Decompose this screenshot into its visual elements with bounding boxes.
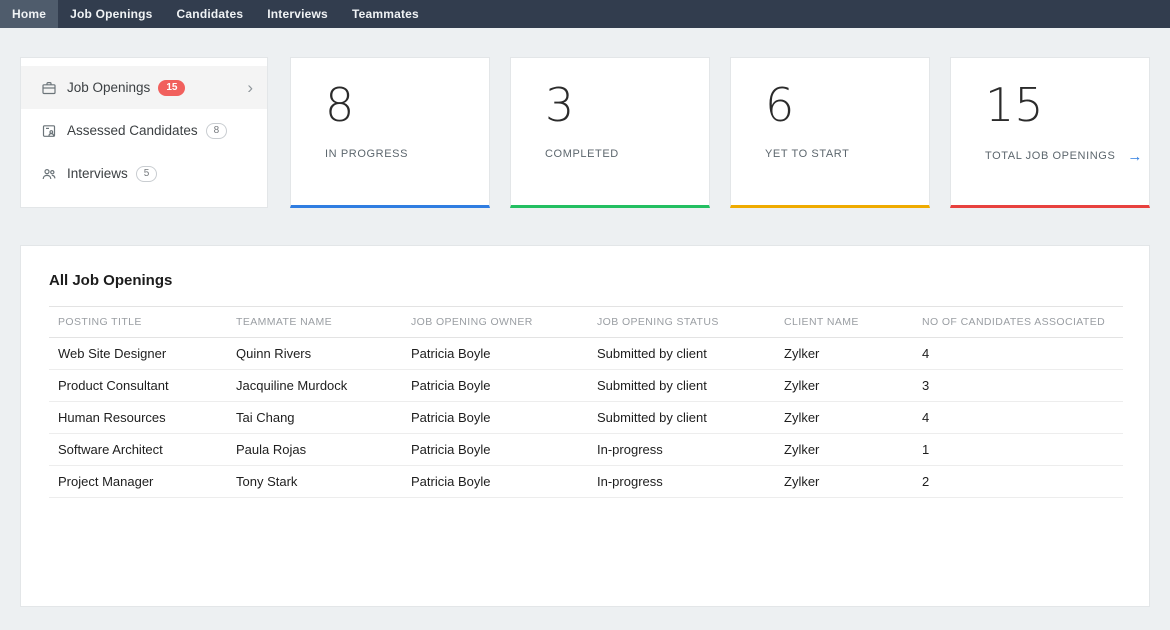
client-name-link[interactable]: Zylker [775,402,913,434]
sidebar-item-job-openings[interactable]: Job Openings 15 › [21,66,267,109]
stat-label-text: IN PROGRESS [325,148,408,160]
top-navigation-bar: Home Job Openings Candidates Interviews … [0,0,1170,28]
candidates-count-cell: 4 [913,338,1123,370]
posting-title-link[interactable]: Human Resources [49,402,227,434]
table-header-row: POSTING TITLE TEAMMATE NAME JOB OPENING … [49,307,1123,338]
job-opening-owner-cell: Patricia Boyle [402,338,588,370]
all-job-openings-panel: All Job Openings POSTING TITLE TEAMMATE … [20,245,1150,607]
job-opening-status-cell: Submitted by client [588,402,775,434]
stat-label-text: COMPLETED [545,148,619,160]
stat-value: 8 [325,80,489,131]
assessed-candidates-count-badge: 8 [206,123,228,139]
job-opening-status-cell: Submitted by client [588,370,775,402]
client-name-link[interactable]: Zylker [775,466,913,498]
table-row[interactable]: Human Resources Tai Chang Patricia Boyle… [49,402,1123,434]
arrow-right-icon[interactable]: → [1127,148,1143,165]
posting-title-link[interactable]: Product Consultant [49,370,227,402]
col-header-posting-title: POSTING TITLE [49,307,227,338]
candidates-count-cell: 3 [913,370,1123,402]
client-name-link[interactable]: Zylker [775,434,913,466]
col-header-client-name: CLIENT NAME [775,307,913,338]
stat-label: COMPLETED [545,148,709,160]
job-openings-count-badge: 15 [158,80,185,96]
teammate-name-link[interactable]: Paula Rojas [227,434,402,466]
job-opening-owner-cell: Patricia Boyle [402,466,588,498]
sidebar-item-label: Assessed Candidates [67,123,198,138]
interviews-count-badge: 5 [136,166,158,182]
briefcase-icon [41,80,57,96]
job-opening-owner-cell: Patricia Boyle [402,402,588,434]
col-header-job-opening-owner: JOB OPENING OWNER [402,307,588,338]
page-content: Job Openings 15 › Assessed Candidates 8 [0,57,1170,607]
table-body: Web Site Designer Quinn Rivers Patricia … [49,338,1123,498]
job-opening-status-cell: Submitted by client [588,338,775,370]
job-opening-status-cell: In-progress [588,466,775,498]
nav-tab-candidates[interactable]: Candidates [165,0,256,28]
stat-label-text: YET TO START [765,148,849,160]
nav-tab-job-openings[interactable]: Job Openings [58,0,164,28]
candidates-count-cell: 1 [913,434,1123,466]
client-name-link[interactable]: Zylker [775,338,913,370]
summary-panel: Job Openings 15 › Assessed Candidates 8 [20,57,268,208]
teammate-name-link[interactable]: Quinn Rivers [227,338,402,370]
chevron-right-icon[interactable]: › [247,79,253,96]
stat-card-total-job-openings[interactable]: 15 TOTAL JOB OPENINGS → [950,57,1150,208]
sidebar-item-label: Job Openings [67,80,150,95]
table-row[interactable]: Software Architect Paula Rojas Patricia … [49,434,1123,466]
teammate-name-link[interactable]: Tai Chang [227,402,402,434]
nav-tab-home[interactable]: Home [0,0,58,28]
summary-row: Job Openings 15 › Assessed Candidates 8 [20,57,1150,208]
job-openings-table: POSTING TITLE TEAMMATE NAME JOB OPENING … [49,306,1123,498]
client-name-link[interactable]: Zylker [775,370,913,402]
stat-label-text: TOTAL JOB OPENINGS [985,150,1115,162]
stat-value: 15 [985,80,1149,131]
posting-title-link[interactable]: Web Site Designer [49,338,227,370]
sidebar-item-assessed-candidates[interactable]: Assessed Candidates 8 [21,109,267,152]
nav-tab-teammates[interactable]: Teammates [340,0,431,28]
teammate-name-link[interactable]: Jacquiline Murdock [227,370,402,402]
candidates-count-cell: 4 [913,402,1123,434]
stat-label: IN PROGRESS [325,148,489,160]
job-opening-owner-cell: Patricia Boyle [402,434,588,466]
table-title: All Job Openings [49,272,1121,289]
posting-title-link[interactable]: Software Architect [49,434,227,466]
stat-cards-row: 8 IN PROGRESS 3 COMPLETED 6 YET TO START… [290,57,1150,208]
teammate-name-link[interactable]: Tony Stark [227,466,402,498]
nav-tab-interviews[interactable]: Interviews [255,0,340,28]
col-header-teammate-name: TEAMMATE NAME [227,307,402,338]
candidates-count-cell: 2 [913,466,1123,498]
table-row[interactable]: Web Site Designer Quinn Rivers Patricia … [49,338,1123,370]
stat-card-completed[interactable]: 3 COMPLETED [510,57,710,208]
col-header-job-opening-status: JOB OPENING STATUS [588,307,775,338]
job-opening-owner-cell: Patricia Boyle [402,370,588,402]
table-row[interactable]: Product Consultant Jacquiline Murdock Pa… [49,370,1123,402]
sidebar-item-interviews[interactable]: Interviews 5 [21,152,267,195]
stat-value: 3 [545,80,709,131]
stat-card-yet-to-start[interactable]: 6 YET TO START [730,57,930,208]
stat-value: 6 [765,80,929,131]
posting-title-link[interactable]: Project Manager [49,466,227,498]
sidebar-item-label: Interviews [67,166,128,181]
job-opening-status-cell: In-progress [588,434,775,466]
stat-card-in-progress[interactable]: 8 IN PROGRESS [290,57,490,208]
id-card-icon [41,123,57,139]
stat-label: YET TO START [765,148,929,160]
people-icon [41,166,57,182]
stat-label: TOTAL JOB OPENINGS → [985,148,1149,165]
col-header-candidates-count: NO OF CANDIDATES ASSOCIATED [913,307,1123,338]
table-row[interactable]: Project Manager Tony Stark Patricia Boyl… [49,466,1123,498]
